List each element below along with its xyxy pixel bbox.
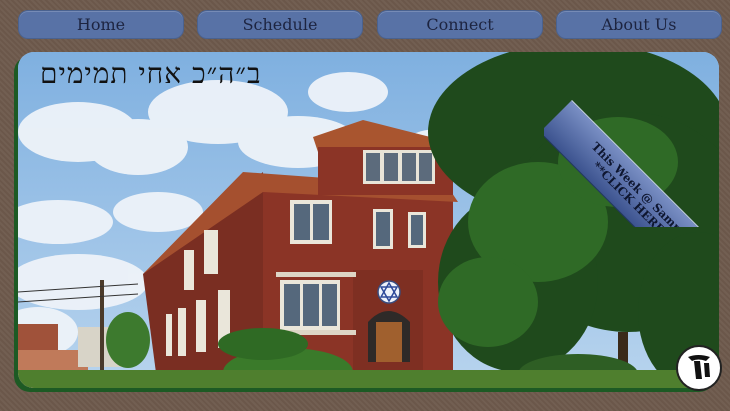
- nav-schedule-button[interactable]: Schedule: [197, 10, 363, 39]
- hebrew-heading: ב״ה״כ אחי תמימים: [40, 57, 262, 90]
- logo-icon[interactable]: [676, 345, 722, 391]
- hero-image: ב״ה״כ אחי תמימים This Week @ Samnac **CL…: [18, 52, 719, 388]
- main-nav: Home Schedule Connect About Us: [18, 10, 722, 39]
- nav-home-button[interactable]: Home: [18, 10, 184, 39]
- nav-connect-button[interactable]: Connect: [377, 10, 543, 39]
- ribbon-corner: This Week @ Samnac **CLICK HERE**: [544, 52, 719, 227]
- star-of-david-icon: [377, 280, 401, 304]
- nav-about-button[interactable]: About Us: [556, 10, 722, 39]
- this-week-ribbon[interactable]: This Week @ Samnac **CLICK HERE**: [544, 100, 719, 227]
